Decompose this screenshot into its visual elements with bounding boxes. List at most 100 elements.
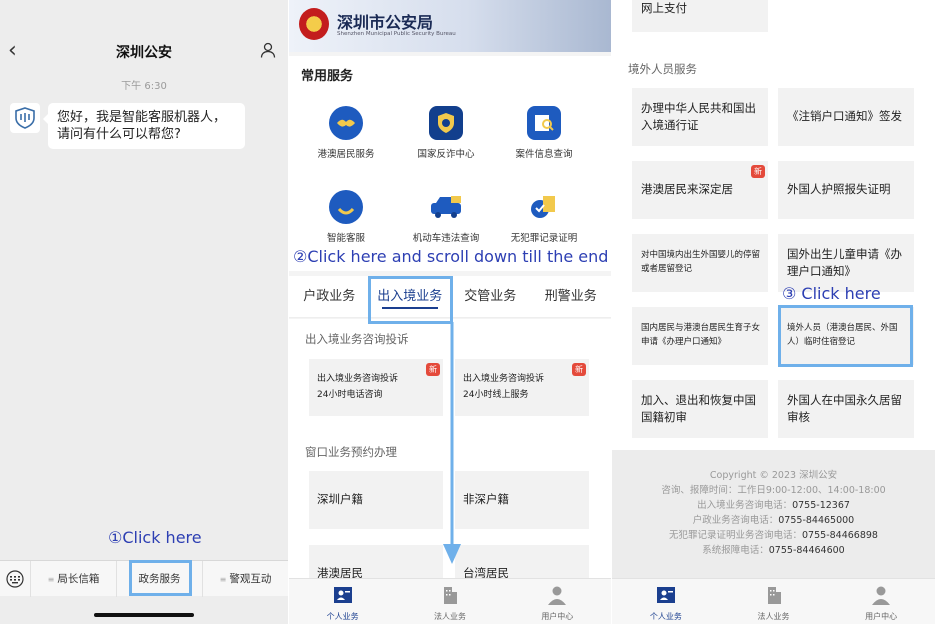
scroll-down-arrow-icon — [443, 322, 461, 564]
service-case-query[interactable]: 案件信息查询 — [494, 106, 594, 160]
building-icon — [443, 587, 457, 604]
hours-value: 工作日9:00-12:00、14:00-18:00 — [737, 485, 886, 496]
card-title: 出入境业务咨询投诉 — [317, 374, 399, 384]
card-title: 非深户籍 — [463, 492, 509, 506]
tab-label: 法人业务 — [757, 612, 790, 621]
phone-number[interactable]: 0755-12367 — [792, 500, 850, 511]
system-fault-phone: 系统报障电话：0755-84464600 — [612, 543, 935, 558]
certificate-icon — [527, 190, 561, 224]
card-title: 国外出生儿童申请《办理户口通知》 — [787, 247, 902, 278]
tab-label: 用户中心 — [865, 612, 898, 621]
bottom-tab-bar: 个人业务 法人业务 用户中心 — [289, 578, 611, 624]
permanent-residence-card[interactable]: 外国人在中国永久居留审核 — [778, 380, 914, 438]
card-title: 深圳户籍 — [317, 492, 363, 506]
exit-entry-phone: 出入境业务咨询电话：0755-12367 — [612, 498, 935, 513]
card-title: 网上支付 — [641, 1, 687, 15]
tab-household[interactable]: 户政业务 — [289, 276, 370, 317]
tab-criminal[interactable]: 刑警业务 — [531, 276, 612, 317]
tab-user-center[interactable]: 用户中心 — [504, 579, 611, 624]
tab-traffic[interactable]: 交管业务 — [450, 276, 531, 317]
profile-icon[interactable] — [260, 42, 276, 58]
foreign-baby-registration-card[interactable]: 对中国境内出生外国婴儿的停留或者居留登记 — [632, 234, 768, 292]
card-title: 港澳居民来深定居 — [641, 182, 733, 196]
service-no-criminal-record[interactable]: 无犯罪记录证明 — [494, 190, 594, 244]
service-vehicle-violation[interactable]: 机动车违法查询 — [396, 190, 496, 244]
cross-border-birth-card[interactable]: 国内居民与港澳台居民生育子女申请《办理户口通知》 — [632, 307, 768, 365]
service-label: 机动车违法查询 — [412, 233, 480, 244]
window-shenzhen-huji[interactable]: 深圳户籍 — [309, 471, 443, 529]
phone-label: 系统报障电话： — [702, 545, 769, 556]
menu-mayor-mailbox[interactable]: ≡ 局长信箱 — [30, 560, 116, 597]
service-label: 案件信息查询 — [515, 149, 573, 160]
card-title: 国内居民与港澳台居民生育子女申请《办理户口通知》 — [641, 323, 761, 347]
new-badge: 新 — [572, 363, 586, 376]
chat-title: 深圳公安 — [116, 45, 172, 61]
tab-corporate[interactable]: 法人业务 — [396, 579, 503, 624]
hk-macao-settle-card[interactable]: 港澳居民来深定居 新 — [632, 161, 768, 219]
step1-hint: ①Click here — [108, 528, 202, 547]
group-title: 出入境业务咨询投诉 — [305, 332, 409, 346]
service-label: 国家反诈中心 — [417, 149, 475, 160]
group-title: 窗口业务预约办理 — [305, 445, 397, 459]
cancel-household-notice-card[interactable]: 《注销户口通知》签发 — [778, 88, 914, 146]
bot-avatar — [10, 103, 40, 133]
service-smart-support[interactable]: 智能客服 — [296, 190, 396, 244]
service-hk-macao[interactable]: 港澳居民服务 — [296, 106, 396, 160]
copyright-text: Copyright © 2023 深圳公安 — [709, 470, 838, 481]
phone-number[interactable]: 0755-84465000 — [778, 515, 854, 526]
bureau-banner: 深圳市公安局 Shenzhen Municipal Public Securit… — [289, 0, 611, 52]
anti-fraud-badge-icon — [429, 106, 463, 140]
personal-business-icon — [656, 587, 675, 603]
window-non-shenzhen-huji[interactable]: 非深户籍 — [455, 471, 589, 529]
consult-online-card[interactable]: 出入境业务咨询投诉 24小时线上服务 新 — [455, 359, 589, 416]
chat-panel: ‹ 深圳公安 下午 6:30 您好，我是智能客服机器人，请问有什么可以帮您? ①… — [0, 0, 288, 624]
card-subtitle: 24小时电话咨询 — [317, 390, 383, 400]
service-anti-fraud[interactable]: 国家反诈中心 — [396, 106, 496, 160]
case-search-icon — [527, 106, 561, 140]
building-icon — [767, 587, 781, 604]
keyboard-icon[interactable] — [0, 569, 30, 588]
passport-loss-card[interactable]: 外国人护照报失证明 — [778, 161, 914, 219]
police-emblem-icon — [299, 8, 329, 40]
service-label: 智能客服 — [326, 233, 365, 244]
tab-personal[interactable]: 个人业务 — [289, 579, 396, 624]
personal-business-icon — [333, 587, 352, 603]
card-subtitle: 24小时线上服务 — [463, 390, 529, 400]
phone-number[interactable]: 0755-84466898 — [802, 530, 878, 541]
message-timestamp: 下午 6:30 — [121, 81, 167, 92]
tab-personal[interactable]: 个人业务 — [612, 579, 720, 624]
tab-corporate[interactable]: 法人业务 — [720, 579, 828, 624]
menu-label: 局长信箱 — [57, 572, 100, 585]
step3-highlight-box — [778, 305, 913, 367]
new-badge: 新 — [751, 165, 765, 178]
tab-label: 用户中心 — [541, 612, 574, 621]
consult-phone-card[interactable]: 出入境业务咨询投诉 24小时电话咨询 新 — [309, 359, 443, 416]
tab-user-center[interactable]: 用户中心 — [827, 579, 935, 624]
step1-highlight-box — [129, 560, 192, 596]
chat-header: ‹ 深圳公安 下午 6:30 — [0, 0, 288, 100]
bureau-name-en: Shenzhen Municipal Public Security Burea… — [337, 31, 456, 37]
tab-label: 法人业务 — [433, 612, 466, 621]
car-icon — [429, 190, 463, 224]
online-payment-card[interactable]: 网上支付 — [632, 0, 768, 32]
phone-label: 无犯罪记录证明业务咨询电话： — [669, 530, 803, 541]
hours-label: 咨询、报障时间： — [661, 485, 738, 496]
service-hours: 咨询、报障时间：工作日9:00-12:00、14:00-18:00 — [612, 483, 935, 498]
step2-hint: ②Click here and scroll down till the end — [293, 247, 609, 266]
phone-label: 出入境业务咨询电话： — [697, 500, 793, 511]
step2-highlight-box — [368, 276, 453, 324]
menu-police-interaction[interactable]: ≡ 警观互动 — [202, 560, 288, 597]
menu-label: 警观互动 — [229, 572, 272, 585]
card-title: 办理中华人民共和国出入境通行证 — [641, 101, 756, 132]
headset-icon — [329, 190, 363, 224]
exit-entry-permit-card[interactable]: 办理中华人民共和国出入境通行证 — [632, 88, 768, 146]
new-badge: 新 — [426, 363, 440, 376]
card-title: 加入、退出和恢复中国国籍初审 — [641, 393, 756, 424]
section-title: 常用服务 — [301, 69, 354, 84]
nationality-review-card[interactable]: 加入、退出和恢复中国国籍初审 — [632, 380, 768, 438]
tab-label: 个人业务 — [326, 612, 359, 621]
bottom-tab-bar: 个人业务 法人业务 用户中心 — [612, 578, 935, 624]
shield-logo-icon — [15, 107, 35, 129]
phone-number[interactable]: 0755-84464600 — [769, 545, 845, 556]
card-title: 《注销户口通知》签发 — [787, 109, 902, 123]
